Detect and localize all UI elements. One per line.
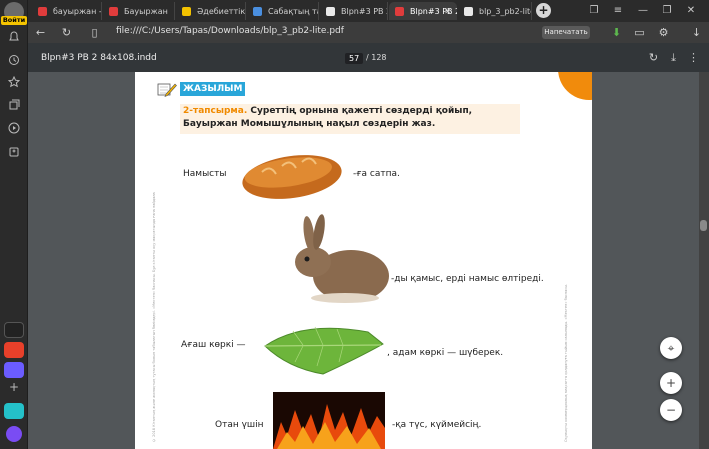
music-icon[interactable]	[4, 403, 24, 419]
vertical-scrollbar[interactable]	[699, 72, 709, 449]
task-box: 2-тапсырма. Суреттің орнына қажетті сөзд…	[180, 104, 520, 134]
task-number: 2-тапсырма.	[183, 106, 248, 116]
play-icon[interactable]	[4, 118, 24, 138]
battery-icon[interactable]: ▭	[631, 24, 648, 41]
tab-favicon	[253, 6, 262, 16]
alice-icon[interactable]	[4, 322, 24, 338]
row3-after: , адам көркі — шүберек.	[387, 348, 504, 358]
scrollbar-thumb[interactable]	[700, 220, 707, 231]
history-icon[interactable]	[4, 50, 24, 70]
new-tab-button[interactable]: +	[536, 3, 551, 18]
tab-label: Сабақтың тақ	[268, 6, 318, 16]
fire-image	[273, 392, 385, 449]
close-window-icon[interactable]: ✕	[683, 3, 699, 19]
side-text-right: Оқулықты коммерциялық мақсатта қолдануға…	[564, 283, 568, 442]
leaf-image	[264, 326, 384, 375]
zoom-in-icon[interactable]: +	[660, 372, 682, 394]
row1-after: -ға сатпа.	[353, 169, 400, 179]
address-bar: ← ↻ ▯ file:///C:/Users/Tapas/Downloads/b…	[28, 22, 709, 43]
tab-label: Әдебиеттік оқ	[197, 6, 246, 16]
page-total: / 128	[366, 53, 387, 62]
collections-icon[interactable]	[4, 95, 24, 115]
zoom-out-icon[interactable]: −	[660, 399, 682, 421]
page-number-input[interactable]: 57	[345, 53, 364, 64]
menu-icon[interactable]: ≡	[610, 3, 626, 19]
download-arrow-icon[interactable]: ⬇	[608, 24, 625, 41]
browser-sidebar: Войти +	[0, 0, 28, 449]
tab-favicon	[395, 6, 404, 16]
more-icon[interactable]: ⋮	[685, 49, 702, 66]
tab-label: Бауыржан	[124, 6, 168, 16]
mail-icon[interactable]	[4, 342, 24, 358]
row2-after: -ды қамыс, ерді намыс өлтіреді.	[391, 274, 544, 284]
row4-after: -қа түс, күймейсің.	[392, 420, 482, 430]
downloads-icon[interactable]: ↓	[688, 24, 705, 41]
tab-1[interactable]: бауыржан -ка	[32, 2, 102, 20]
tab-label: blp_3_pb2-lite	[479, 6, 532, 16]
pdf-page: © 2018 Кітаптың және жинақтың тұтасы бол…	[135, 72, 592, 449]
bread-image	[242, 155, 342, 199]
section-header: ЖАЗЫЛЫМ	[180, 82, 246, 96]
close-tab-icon[interactable]: ✕	[444, 7, 451, 16]
tab-favicon	[182, 6, 191, 16]
tab-active[interactable]: Blpn#3 PB 2 ✕	[389, 2, 457, 20]
messenger-icon[interactable]	[4, 362, 24, 378]
tab-label: Blpn#3 PB 2	[341, 6, 388, 16]
row1-before: Намысты	[183, 169, 227, 179]
tab-strip: бауыржан -ка Бауыржан Әдебиеттік оқ Саба…	[28, 0, 709, 22]
assistant-icon[interactable]	[6, 426, 22, 442]
tab-5[interactable]: Blpn#3 PB 2	[320, 2, 388, 20]
side-text-left: © 2018 Кітаптың және жинақтың тұтасы бол…	[152, 192, 156, 442]
bell-icon[interactable]	[4, 27, 24, 47]
document-title: Blpn#3 PB 2 84x108.indd	[41, 53, 157, 63]
tabs-overview-icon[interactable]: ❐	[586, 3, 602, 19]
pencil-icon	[157, 83, 177, 97]
tab-2[interactable]: Бауыржан	[103, 2, 175, 20]
add-panel-icon[interactable]: +	[4, 377, 24, 397]
tab-3[interactable]: Әдебиеттік оқ	[176, 2, 246, 20]
file-icon: ▯	[91, 26, 98, 39]
tab-7[interactable]: blp_3_pb2-lite	[458, 2, 532, 20]
row4-before: Отан үшін	[215, 420, 264, 430]
tab-favicon	[326, 6, 335, 16]
rotate-icon[interactable]: ↻	[645, 49, 662, 66]
extensions-icon[interactable]: ⚙	[655, 24, 672, 41]
row3-before: Ағаш көркі —	[181, 340, 246, 350]
bookmark-icon[interactable]	[4, 72, 24, 92]
login-badge[interactable]: Войти	[1, 16, 27, 25]
pdf-viewer[interactable]: © 2018 Кітаптың және жинақтың тұтасы бол…	[28, 72, 699, 449]
download-icon[interactable]: ⤓	[665, 49, 682, 66]
reload-icon[interactable]: ↻	[58, 24, 75, 41]
back-icon[interactable]: ←	[32, 24, 49, 41]
games-icon[interactable]	[4, 142, 24, 162]
rabbit-image	[295, 214, 389, 303]
url-field[interactable]: file:///C:/Users/Tapas/Downloads/blp_3_p…	[116, 26, 344, 36]
tab-label: бауыржан -ка	[53, 6, 102, 16]
print-button[interactable]: Напечатать	[542, 26, 590, 39]
tab-4[interactable]: Сабақтың тақ	[247, 2, 319, 20]
restore-icon[interactable]: ❐	[659, 3, 675, 19]
fit-page-icon[interactable]: ⌖	[660, 337, 682, 359]
pdf-toolbar: Blpn#3 PB 2 84x108.indd 57 / 128 ↻ ⤓ ⋮	[28, 43, 709, 72]
tab-favicon	[464, 6, 473, 16]
minimize-icon[interactable]: —	[635, 3, 651, 19]
tab-favicon	[38, 6, 47, 16]
tab-favicon	[109, 6, 118, 16]
